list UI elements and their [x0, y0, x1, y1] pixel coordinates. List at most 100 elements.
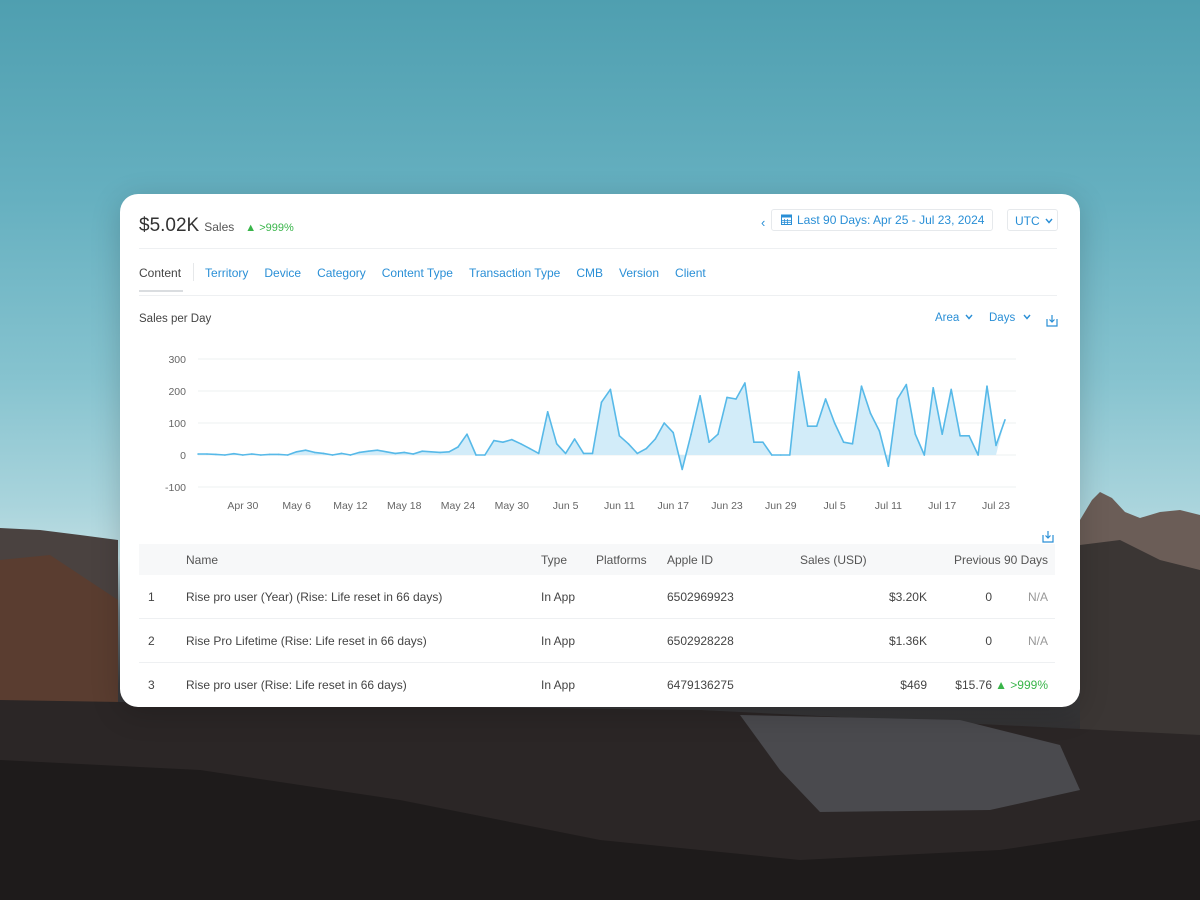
data-point — [197, 453, 199, 455]
row-name: Rise pro user (Rise: Life reset in 66 da… — [186, 677, 407, 692]
data-point — [690, 433, 692, 435]
download-icon[interactable] — [1046, 314, 1058, 327]
data-point — [358, 451, 361, 454]
dimension-tabs: Content Territory Device Category Conten… — [139, 263, 722, 292]
data-point — [224, 454, 226, 456]
data-point — [502, 441, 504, 443]
tab-transaction-type[interactable]: Transaction Type — [469, 266, 560, 281]
tab-content-type[interactable]: Content Type — [382, 266, 453, 281]
data-point — [627, 443, 630, 445]
y-tick-label: 0 — [180, 450, 186, 462]
data-point — [511, 438, 513, 441]
data-point — [726, 396, 728, 399]
tab-separator — [193, 263, 195, 281]
row-apple-id: 6502928228 — [667, 618, 800, 663]
chevron-down-icon — [1023, 314, 1031, 320]
col-apple-id[interactable]: Apple ID — [667, 544, 800, 575]
data-point — [905, 383, 908, 386]
table-row[interactable]: 1 Rise pro user (Year) (Rise: Life reset… — [139, 575, 1055, 619]
table-header-row: Name Type Platforms Apple ID Sales (USD)… — [139, 544, 1055, 575]
timezone-select[interactable]: UTC — [1007, 209, 1058, 231]
tab-device[interactable]: Device — [264, 266, 301, 281]
data-point — [842, 441, 845, 443]
data-point — [878, 430, 881, 432]
data-point — [367, 450, 370, 452]
date-range-button[interactable]: Last 90 Days: Apr 25 - Jul 23, 2024 — [771, 209, 994, 231]
row-type: In App — [541, 575, 596, 619]
data-point — [995, 444, 997, 447]
col-platforms[interactable]: Platforms — [596, 544, 667, 575]
data-point — [331, 454, 334, 456]
data-point — [636, 452, 639, 455]
chart-title: Sales per Day — [139, 313, 212, 325]
data-point — [851, 443, 854, 445]
chevron-left-icon[interactable]: ‹ — [761, 215, 765, 230]
data-point — [896, 398, 899, 400]
col-type[interactable]: Type — [541, 544, 596, 575]
chevron-down-icon — [964, 314, 973, 320]
data-point — [457, 446, 459, 448]
data-point — [421, 450, 424, 452]
data-point — [215, 453, 217, 456]
chart-x-axis: Apr 30 May 6 May 12 May 18 May 24 May 30 Jun 5… — [227, 500, 1010, 512]
x-tick-label: May 18 — [387, 500, 422, 512]
table-row[interactable]: 2 Rise Pro Lifetime (Rise: Life reset in… — [139, 618, 1055, 663]
chart-type-select[interactable]: Area — [935, 312, 973, 324]
col-sales[interactable]: Sales (USD) — [800, 544, 927, 575]
data-point — [242, 454, 244, 456]
data-point — [260, 454, 262, 456]
x-tick-label: Jun 23 — [711, 500, 743, 512]
row-apple-id: 6502969923 — [667, 575, 800, 619]
data-point — [573, 438, 576, 440]
series-area — [198, 371, 1005, 470]
x-tick-label: Jul 23 — [982, 500, 1010, 512]
row-name: Rise pro user (Year) (Rise: Life reset i… — [186, 575, 541, 619]
data-point — [806, 425, 809, 427]
data-point — [251, 453, 253, 455]
data-point — [295, 451, 298, 453]
sales-area-chart: 300 200 100 0 -100 Apr 30 May 6 May 12 May 18 Ma… — [165, 354, 1016, 512]
data-point — [322, 452, 325, 455]
data-point — [977, 454, 979, 456]
tab-version[interactable]: Version — [619, 266, 659, 281]
tabs-divider — [139, 295, 1057, 296]
col-name[interactable]: Name — [186, 544, 541, 575]
row-platforms — [596, 663, 667, 707]
download-icon[interactable] — [1042, 530, 1054, 543]
data-point — [529, 447, 531, 450]
data-point — [394, 452, 397, 455]
header-divider — [139, 248, 1057, 249]
data-point — [654, 438, 657, 440]
data-point — [744, 382, 746, 384]
data-point — [717, 433, 719, 435]
sales-table: Name Type Platforms Apple ID Sales (USD)… — [139, 544, 1055, 706]
tab-client[interactable]: Client — [675, 266, 706, 281]
row-change: N/A — [992, 575, 1055, 619]
tab-territory[interactable]: Territory — [205, 266, 248, 281]
col-rank — [139, 544, 186, 575]
data-point — [448, 451, 450, 453]
data-point — [869, 412, 872, 415]
data-point — [564, 452, 567, 455]
interval-select[interactable]: Days — [989, 312, 1031, 324]
row-previous: $15.76 — [955, 677, 992, 692]
col-previous[interactable]: Previous 90 Days — [927, 544, 1055, 575]
tab-content[interactable]: Content — [139, 266, 184, 292]
data-point — [645, 447, 648, 450]
data-point — [286, 454, 289, 456]
data-point — [681, 468, 683, 471]
x-tick-label: Jun 17 — [657, 500, 689, 512]
data-point — [376, 449, 379, 451]
y-tick-label: 100 — [168, 418, 186, 430]
tab-cmb[interactable]: CMB — [576, 266, 603, 281]
row-name: Rise Pro Lifetime (Rise: Life reset in 6… — [186, 618, 541, 663]
data-point — [206, 453, 208, 455]
data-point — [591, 452, 594, 455]
data-point — [466, 433, 468, 435]
table-row[interactable]: 3 Rise pro user (Rise: Life reset in 66 … — [139, 663, 1055, 707]
data-point — [941, 433, 943, 435]
data-point — [789, 454, 791, 456]
tab-category[interactable]: Category — [317, 266, 366, 281]
data-point — [555, 443, 558, 445]
row-sales: $469 — [900, 677, 927, 692]
